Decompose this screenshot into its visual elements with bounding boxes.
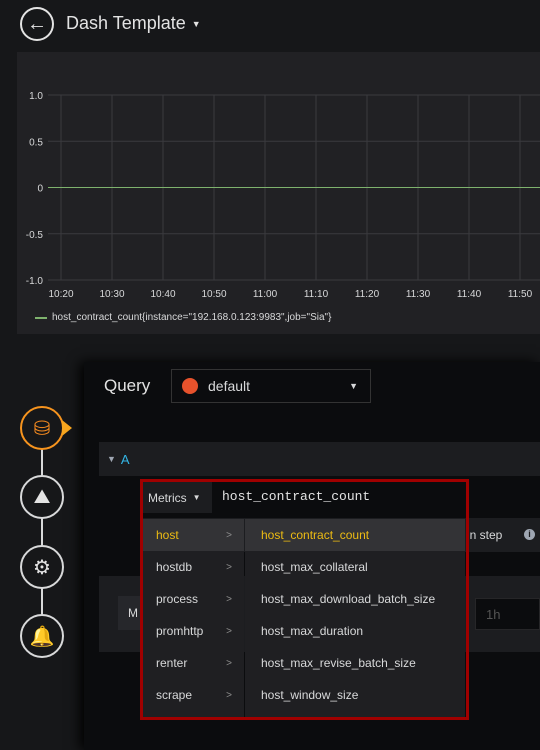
highlight-box (140, 479, 469, 720)
prometheus-icon (182, 378, 198, 394)
y-tick-label: 0.5 (29, 137, 43, 148)
step-input[interactable]: 1h (475, 598, 540, 630)
y-tick-label: -1.0 (26, 276, 44, 287)
x-tick-label: 11:10 (304, 289, 329, 300)
bell-icon: 🔔 (29, 625, 55, 648)
y-tick-label: -0.5 (26, 230, 44, 241)
database-icon: ⛁ (33, 417, 51, 440)
x-tick-label: 10:50 (201, 289, 226, 300)
datasource-select[interactable]: default ▼ (171, 369, 371, 403)
x-tick-label: 10:40 (150, 289, 175, 300)
general-tab[interactable]: ⚙ (20, 545, 64, 589)
query-row-header[interactable]: ▼ A (99, 442, 540, 476)
queries-tab[interactable]: ⛁ (20, 406, 64, 450)
visualization-tab[interactable]: ⛰ (20, 475, 64, 519)
x-tick-label: 11:00 (253, 289, 278, 300)
legend-item[interactable]: host_contract_count{instance="192.168.0.… (35, 312, 331, 323)
gear-wrench-icon: ⚙ (33, 556, 51, 579)
info-icon[interactable]: i (524, 529, 535, 540)
alert-tab[interactable]: 🔔 (20, 614, 64, 658)
y-tick-label: 0 (37, 184, 43, 195)
active-pointer (62, 420, 72, 436)
x-tick-label: 11:40 (457, 289, 482, 300)
collapse-caret-icon: ▼ (107, 454, 116, 464)
min-step-label: in step (467, 528, 503, 542)
x-tick-label: 10:20 (48, 289, 73, 300)
query-label: Query (104, 376, 151, 395)
caret-down-icon: ▼ (349, 381, 358, 391)
y-tick-label: 1.0 (29, 91, 43, 102)
legend-swatch (35, 316, 47, 319)
line-chart: 1.0 0.5 0 -0.5 -1.0 10:20 10:30 10:40 10:50 11:00… (26, 91, 540, 300)
x-tick-label: 11:50 (508, 289, 533, 300)
x-tick-label: 10:30 (99, 289, 124, 300)
x-tick-label: 11:30 (406, 289, 431, 300)
area-chart-icon: ⛰ (33, 485, 51, 508)
x-tick-label: 11:20 (355, 289, 380, 300)
